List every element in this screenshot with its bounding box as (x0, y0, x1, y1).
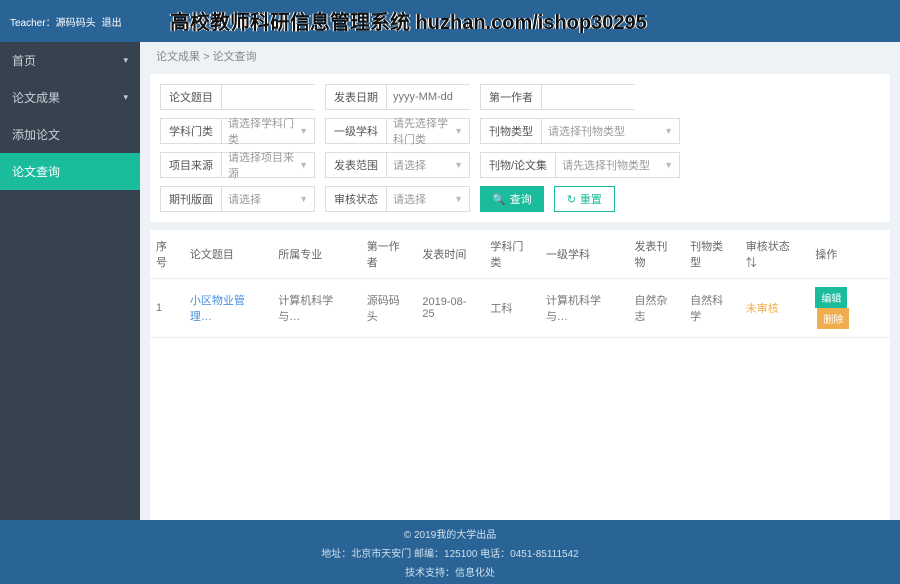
filter-label: 论文题目 (161, 85, 222, 109)
top-bar: Teacher： 源码码头 退出 高校教师科研信息管理系统 huzhan.com… (0, 0, 900, 42)
cell-subj: 计算机科学与… (540, 279, 628, 338)
filter-title: 论文题目 (160, 84, 315, 110)
filter-label: 发表日期 (326, 85, 387, 109)
cell-ops: 编辑 删除 (809, 279, 890, 338)
teacher-name: 源码码头 (56, 14, 96, 29)
select-value: 请选择 (228, 191, 261, 207)
chevron-down-icon: ▼ (299, 160, 308, 170)
chevron-down-icon: ▼ (664, 126, 673, 136)
cell-major: 计算机科学与… (272, 279, 360, 338)
breadcrumb: 论文成果 > 论文查询 (140, 42, 900, 70)
logout-link[interactable]: 退出 (102, 14, 122, 29)
col-major: 所属专业 (272, 230, 360, 279)
search-icon: 🔍 (492, 193, 506, 206)
filter-label: 期刊版面 (161, 187, 222, 211)
caret-down-icon: ▾ (123, 92, 128, 103)
caret-down-icon: ▾ (123, 55, 128, 66)
col-cat: 学科门类 (484, 230, 540, 279)
select-value: 请选择 (393, 191, 426, 207)
cell-cat: 工科 (484, 279, 540, 338)
cell-date: 2019-08-25 (416, 279, 484, 338)
teacher-label: Teacher： (10, 14, 56, 29)
button-label: 查询 (510, 191, 532, 207)
watermark-overlay: 高校教师科研信息管理系统 huzhan.com/ishop30295 (170, 6, 647, 35)
filter-label: 刊物类型 (481, 119, 542, 143)
sidebar-item-label: 首页 (12, 52, 36, 69)
filter-label: 第一作者 (481, 85, 542, 109)
cell-jtype: 自然科学 (684, 279, 740, 338)
delete-button[interactable]: 删除 (817, 308, 849, 329)
col-status[interactable]: 审核状态 ⇅ (740, 230, 810, 279)
select-value: 请选择刊物类型 (548, 123, 625, 139)
breadcrumb-root[interactable]: 论文成果 (156, 51, 200, 63)
filter-label: 学科门类 (161, 119, 222, 143)
select-value: 请先选择学科门类 (393, 115, 450, 147)
footer-support: 技术支持：信息化处 (405, 564, 495, 579)
search-panel: 论文题目 发表日期 第一作者 学科门类 请选择学科门类 ▼ 一级学科 请先选择学科… (150, 74, 890, 222)
chevron-down-icon: ▼ (454, 126, 463, 136)
cell-journal: 自然杂志 (628, 279, 684, 338)
filter-label: 一级学科 (326, 119, 387, 143)
sidebar-item-paper-results[interactable]: 论文成果 ▾ (0, 79, 140, 116)
filter-label: 项目来源 (161, 153, 222, 177)
sidebar-item-home[interactable]: 首页 ▾ (0, 42, 140, 79)
cell-idx: 1 (150, 279, 184, 338)
table-empty-space (150, 338, 890, 520)
reset-icon: ↻ (567, 193, 576, 206)
col-subj: 一级学科 (540, 230, 628, 279)
author-input[interactable] (542, 85, 696, 109)
sidebar-item-label: 添加论文 (12, 126, 60, 143)
chevron-down-icon: ▼ (664, 160, 673, 170)
sidebar-item-label: 论文成果 (12, 89, 60, 106)
table-row: 1 小区物业管理… 计算机科学与… 源码码头 2019-08-25 工科 计算机… (150, 279, 890, 338)
cell-title-link[interactable]: 小区物业管理… (184, 279, 272, 338)
filter-source[interactable]: 项目来源 请选择项目来源 ▼ (160, 152, 315, 178)
col-journal: 发表刊物 (628, 230, 684, 279)
chevron-down-icon: ▼ (299, 194, 308, 204)
table-header-row: 序号 论文题目 所属专业 第一作者 发表时间 学科门类 一级学科 发表刊物 刊物… (150, 230, 890, 279)
filter-author: 第一作者 (480, 84, 635, 110)
filter-collection[interactable]: 刊物/论文集 请先选择刊物类型 ▼ (480, 152, 680, 178)
results-table: 序号 论文题目 所属专业 第一作者 发表时间 学科门类 一级学科 发表刊物 刊物… (150, 230, 890, 520)
chevron-down-icon: ▼ (454, 194, 463, 204)
filter-scope[interactable]: 发表范围 请选择 ▼ (325, 152, 470, 178)
breadcrumb-sep: > (203, 51, 212, 63)
col-title: 论文题目 (184, 230, 272, 279)
sidebar-item-label: 论文查询 (12, 163, 60, 180)
filter-first-subject[interactable]: 一级学科 请先选择学科门类 ▼ (325, 118, 470, 144)
filter-label: 审核状态 (326, 187, 387, 211)
chevron-down-icon: ▼ (299, 126, 308, 136)
col-ops: 操作 (809, 230, 890, 279)
filter-status[interactable]: 审核状态 请选择 ▼ (325, 186, 470, 212)
select-value: 请选择项目来源 (228, 149, 295, 181)
filter-layout[interactable]: 期刊版面 请选择 ▼ (160, 186, 315, 212)
select-value: 请选择 (393, 157, 426, 173)
filter-journal-type[interactable]: 刊物类型 请选择刊物类型 ▼ (480, 118, 680, 144)
reset-button[interactable]: ↻ 重置 (554, 186, 615, 212)
search-button[interactable]: 🔍 查询 (480, 186, 544, 212)
sidebar-item-add-paper[interactable]: 添加论文 (0, 116, 140, 153)
col-date: 发表时间 (416, 230, 484, 279)
col-idx: 序号 (150, 230, 184, 279)
cell-status: 未审核 (740, 279, 810, 338)
cell-author: 源码码头 (361, 279, 417, 338)
chevron-down-icon: ▼ (454, 160, 463, 170)
filter-label: 发表范围 (326, 153, 387, 177)
sidebar-item-paper-query[interactable]: 论文查询 (0, 153, 140, 190)
footer: © 2019我的大学出品 地址：北京市天安门 邮编：125100 电话：0451… (0, 520, 900, 584)
filter-field-category[interactable]: 学科门类 请选择学科门类 ▼ (160, 118, 315, 144)
col-author: 第一作者 (361, 230, 417, 279)
select-value: 请先选择刊物类型 (562, 157, 650, 173)
button-label: 重置 (580, 191, 602, 207)
breadcrumb-current: 论文查询 (213, 51, 257, 63)
select-value: 请选择学科门类 (228, 115, 295, 147)
footer-copyright: © 2019我的大学出品 (404, 526, 496, 541)
footer-contact: 地址：北京市天安门 邮编：125100 电话：0451-85111542 (321, 545, 579, 560)
filter-label: 刊物/论文集 (481, 153, 556, 177)
filter-date: 发表日期 (325, 84, 470, 110)
col-jtype: 刊物类型 (684, 230, 740, 279)
sidebar: 首页 ▾ 论文成果 ▾ 添加论文 论文查询 (0, 42, 140, 520)
edit-button[interactable]: 编辑 (815, 287, 847, 308)
main-content: 论文成果 > 论文查询 论文题目 发表日期 第一作者 学科门类 请选择学科门类▼ (140, 42, 900, 520)
